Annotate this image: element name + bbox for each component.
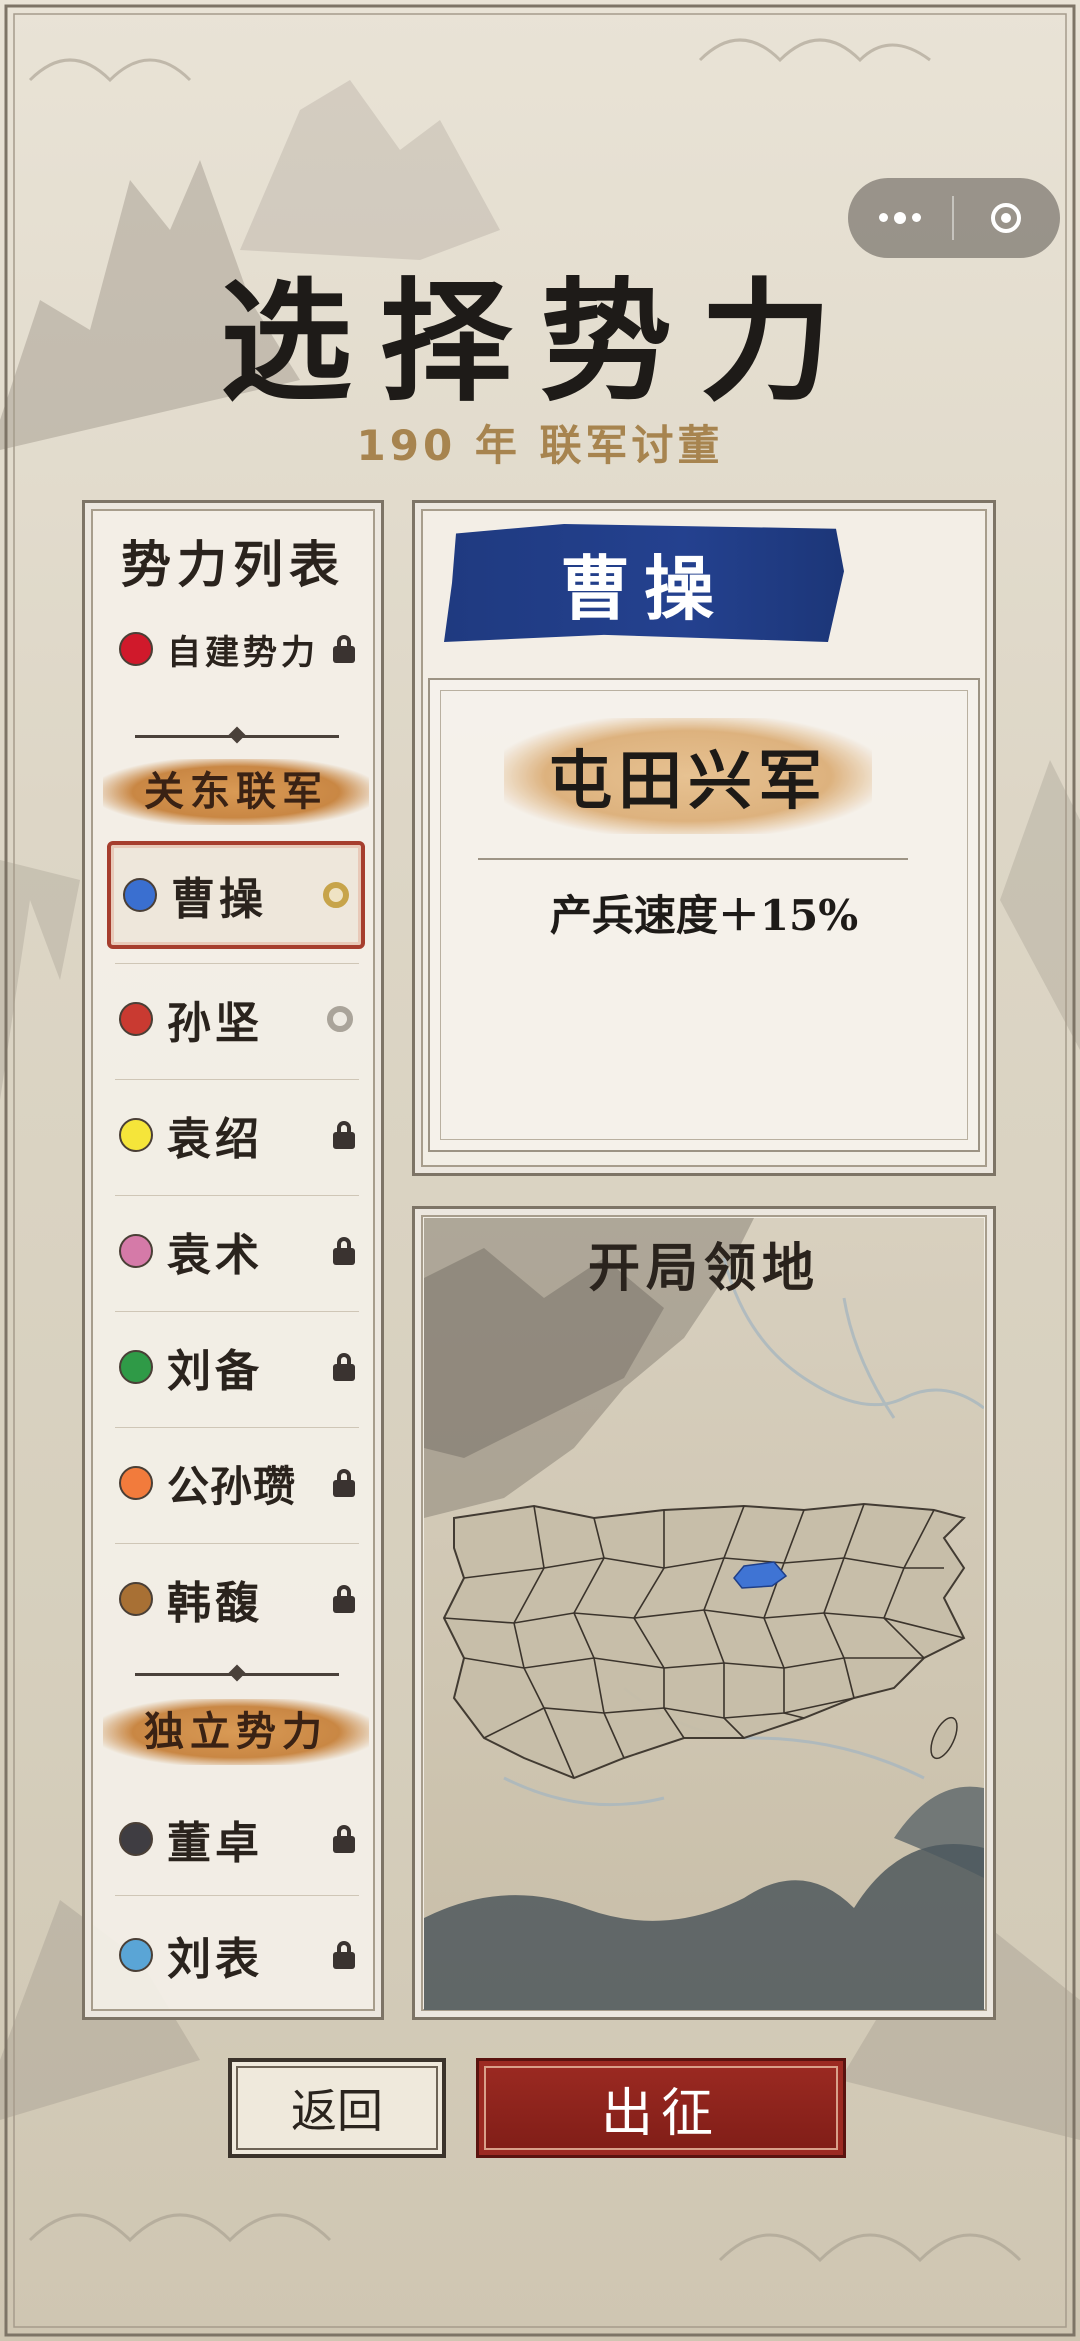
faction-list-panel: 势力列表 自建势力 关东联军 曹操 孙坚 袁绍 袁术 刘备 公孙瓒 韩馥 独立势… bbox=[82, 500, 384, 2020]
faction-name: 袁绍 bbox=[167, 1114, 263, 1165]
faction-item-custom[interactable]: 自建势力 bbox=[107, 595, 365, 703]
lock-icon bbox=[333, 1469, 355, 1497]
faction-name: 袁术 bbox=[167, 1230, 263, 1281]
row-divider bbox=[115, 1895, 359, 1896]
lock-icon bbox=[333, 1585, 355, 1613]
faction-color-dot bbox=[119, 1822, 153, 1856]
row-divider bbox=[115, 963, 359, 964]
lock-icon bbox=[333, 635, 355, 663]
faction-item-gongsunzan[interactable]: 公孙瓒 bbox=[107, 1429, 365, 1537]
trait-title: 屯田兴军 bbox=[504, 718, 872, 834]
faction-list-title: 势力列表 bbox=[121, 535, 345, 594]
faction-color-dot bbox=[119, 1938, 153, 1972]
faction-name: 刘备 bbox=[167, 1346, 263, 1397]
faction-color-dot bbox=[119, 1234, 153, 1268]
faction-item-liubiao[interactable]: 刘表 bbox=[107, 1901, 365, 2009]
faction-name: 曹操 bbox=[171, 874, 267, 925]
faction-item-sunjian[interactable]: 孙坚 bbox=[107, 965, 365, 1073]
faction-color-dot bbox=[119, 1582, 153, 1616]
faction-color-dot bbox=[119, 1466, 153, 1500]
faction-name: 董卓 bbox=[167, 1818, 263, 1869]
page-title: 选择势力 bbox=[220, 265, 860, 420]
faction-item-dongzhuo[interactable]: 董卓 bbox=[107, 1785, 365, 1893]
back-button[interactable]: 返回 bbox=[228, 2058, 446, 2158]
group-label-independent: 独立势力 bbox=[103, 1699, 369, 1765]
march-button[interactable]: 出征 bbox=[476, 2058, 846, 2158]
lock-icon bbox=[333, 1353, 355, 1381]
faction-item-caocao[interactable]: 曹操 bbox=[107, 841, 365, 949]
faction-name: 韩馥 bbox=[167, 1578, 263, 1629]
lock-icon bbox=[333, 1941, 355, 1969]
group-divider bbox=[135, 726, 339, 744]
row-divider bbox=[115, 1427, 359, 1428]
faction-name: 公孙瓒 bbox=[167, 1461, 297, 1511]
lock-icon bbox=[333, 1121, 355, 1149]
lock-icon bbox=[333, 1825, 355, 1853]
trait-divider bbox=[478, 858, 908, 860]
faction-color-dot bbox=[119, 632, 153, 666]
territory-map bbox=[424, 1218, 984, 2010]
faction-color-dot bbox=[119, 1350, 153, 1384]
group-divider bbox=[135, 1664, 339, 1682]
leader-name-banner: 曹操 bbox=[444, 524, 844, 642]
scenario-subtitle: 190 年 联军讨董 bbox=[356, 421, 724, 470]
trait-effect: 产兵速度＋15% bbox=[549, 891, 859, 940]
selected-ring-icon bbox=[323, 882, 349, 908]
faction-color-dot bbox=[123, 878, 157, 912]
faction-item-hanfu[interactable]: 韩馥 bbox=[107, 1545, 365, 1653]
faction-item-liubei[interactable]: 刘备 bbox=[107, 1313, 365, 1421]
target-ring-icon[interactable] bbox=[954, 203, 1058, 233]
lock-icon bbox=[333, 1237, 355, 1265]
faction-name: 孙坚 bbox=[167, 998, 263, 1049]
row-divider bbox=[115, 1195, 359, 1196]
available-ring-icon bbox=[327, 1006, 353, 1032]
row-divider bbox=[115, 1543, 359, 1544]
group-label-guandong: 关东联军 bbox=[103, 759, 369, 825]
map-title: 开局领地 bbox=[587, 1238, 820, 1299]
row-divider bbox=[115, 1079, 359, 1080]
faction-item-yuanshu[interactable]: 袁术 bbox=[107, 1197, 365, 1305]
faction-color-dot bbox=[119, 1118, 153, 1152]
more-dots-icon[interactable] bbox=[848, 211, 952, 224]
faction-color-dot bbox=[119, 1002, 153, 1036]
faction-item-yuanshao[interactable]: 袁绍 bbox=[107, 1081, 365, 1189]
row-divider bbox=[115, 1311, 359, 1312]
faction-name: 自建势力 bbox=[167, 632, 319, 673]
faction-name: 刘表 bbox=[167, 1934, 263, 1985]
